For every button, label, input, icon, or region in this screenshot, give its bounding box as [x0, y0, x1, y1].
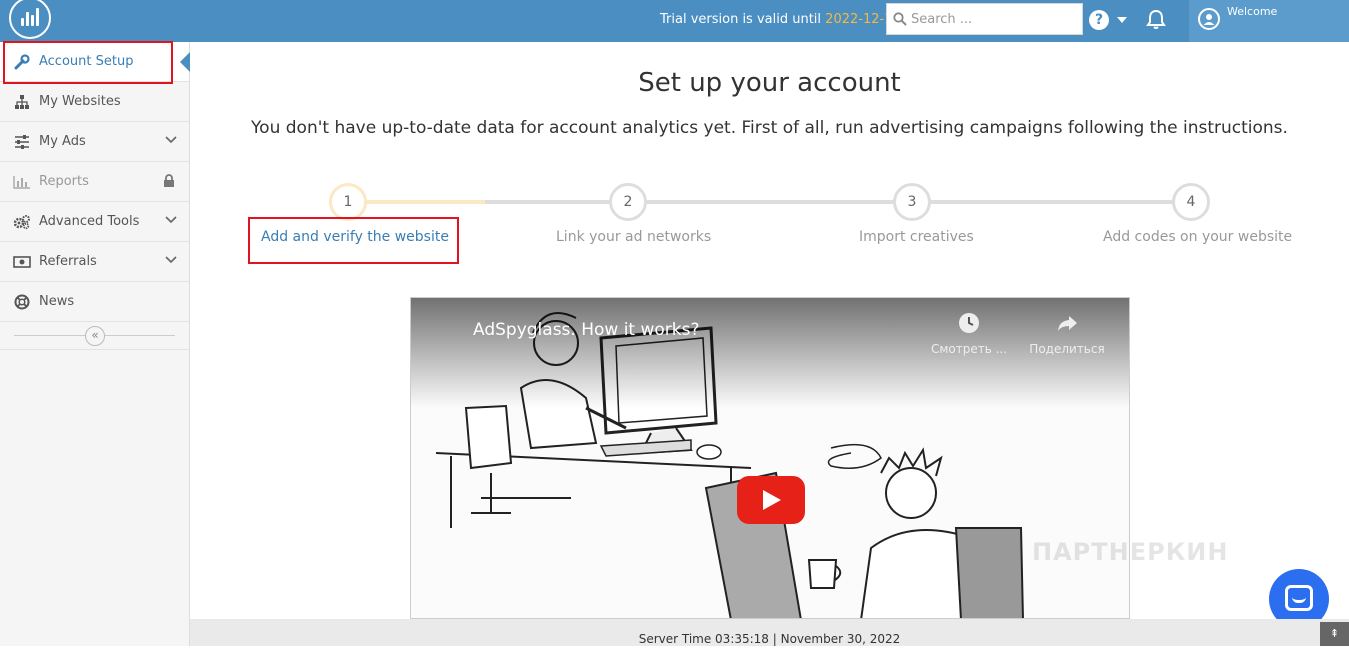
bell-icon[interactable] [1145, 8, 1167, 34]
step-3-label[interactable]: Import creatives [859, 229, 974, 245]
step-4-label[interactable]: Add codes on your website [1103, 229, 1292, 245]
scroll-to-top-icon[interactable]: ⇞ [1320, 622, 1349, 646]
sliders-icon [12, 134, 32, 150]
lock-icon [164, 174, 174, 187]
video-overlay [411, 298, 1129, 408]
logo-icon[interactable] [9, 0, 51, 39]
sidebar-item-label: My Ads [39, 134, 86, 149]
step-1-circle[interactable]: 1 [329, 183, 367, 221]
sidebar: Account Setup My Websites My Ads Reports… [0, 42, 190, 646]
video-player[interactable]: AdSpyglass. How it works? Смотреть ... П… [410, 297, 1130, 619]
watch-later-button[interactable]: Смотреть ... [929, 312, 1009, 356]
watermark: ПАРТНЕРКИН [1032, 538, 1229, 566]
page-subtitle: You don't have up-to-date data for accou… [251, 118, 1288, 138]
step-2-circle[interactable]: 2 [609, 183, 647, 221]
progress-fill [348, 200, 485, 204]
sidebar-item-label: Referrals [39, 254, 97, 269]
user-menu[interactable]: Welcome [1189, 0, 1349, 42]
user-avatar-icon [1198, 8, 1220, 30]
sidebar-item-my-ads[interactable]: My Ads [0, 122, 189, 162]
highlight-account-setup [3, 41, 173, 84]
sidebar-item-advanced-tools[interactable]: Advanced Tools [0, 202, 189, 242]
server-time: Server Time 03:35:18 | November 30, 2022 [638, 632, 901, 646]
sidebar-item-label: Advanced Tools [39, 214, 140, 229]
trial-notice: Trial version is valid until 2022-12-13 [660, 12, 901, 27]
sitemap-icon [12, 94, 32, 110]
video-title[interactable]: AdSpyglass. How it works? [473, 320, 700, 340]
trial-text: Trial version is valid until [660, 12, 822, 27]
page-title: Set up your account [638, 68, 901, 98]
help-dropdown-caret-icon[interactable] [1117, 17, 1127, 23]
sidebar-item-news[interactable]: News [0, 282, 189, 322]
chat-icon [1285, 585, 1313, 611]
share-label: Поделиться [1029, 342, 1105, 356]
money-icon [12, 254, 32, 270]
bar-chart-icon [12, 174, 32, 190]
help-icon[interactable]: ? [1089, 10, 1109, 30]
share-icon [1058, 316, 1077, 331]
highlight-step-1 [248, 217, 459, 264]
share-button[interactable]: Поделиться [1027, 312, 1107, 356]
watch-later-label: Смотреть ... [930, 342, 1008, 356]
step-3-circle[interactable]: 3 [893, 183, 931, 221]
sidebar-item-label: Reports [39, 174, 89, 189]
footer: Server Time 03:35:18 | November 30, 2022 [190, 619, 1349, 646]
chevron-down-icon[interactable] [165, 216, 177, 224]
chevron-down-icon[interactable] [165, 256, 177, 264]
search-input[interactable] [911, 11, 1071, 27]
sidebar-collapse-row: « [0, 322, 189, 350]
step-2-label[interactable]: Link your ad networks [556, 229, 711, 245]
lifebuoy-icon [12, 294, 32, 310]
search-box[interactable] [886, 3, 1083, 35]
sidebar-item-reports[interactable]: Reports [0, 162, 189, 202]
welcome-text: Welcome [1227, 5, 1278, 18]
collapse-sidebar-icon[interactable]: « [85, 326, 105, 346]
chevron-down-icon[interactable] [165, 136, 177, 144]
play-icon[interactable] [737, 476, 805, 524]
top-bar: Trial version is valid until 2022-12-13 … [0, 0, 1349, 42]
clock-icon [959, 313, 979, 333]
search-icon [893, 12, 907, 26]
sidebar-item-label: News [39, 294, 75, 309]
sidebar-item-referrals[interactable]: Referrals [0, 242, 189, 282]
sidebar-item-my-websites[interactable]: My Websites [0, 82, 189, 122]
gears-icon [12, 214, 32, 230]
step-4-circle[interactable]: 4 [1172, 183, 1210, 221]
sidebar-item-label: My Websites [39, 94, 121, 109]
